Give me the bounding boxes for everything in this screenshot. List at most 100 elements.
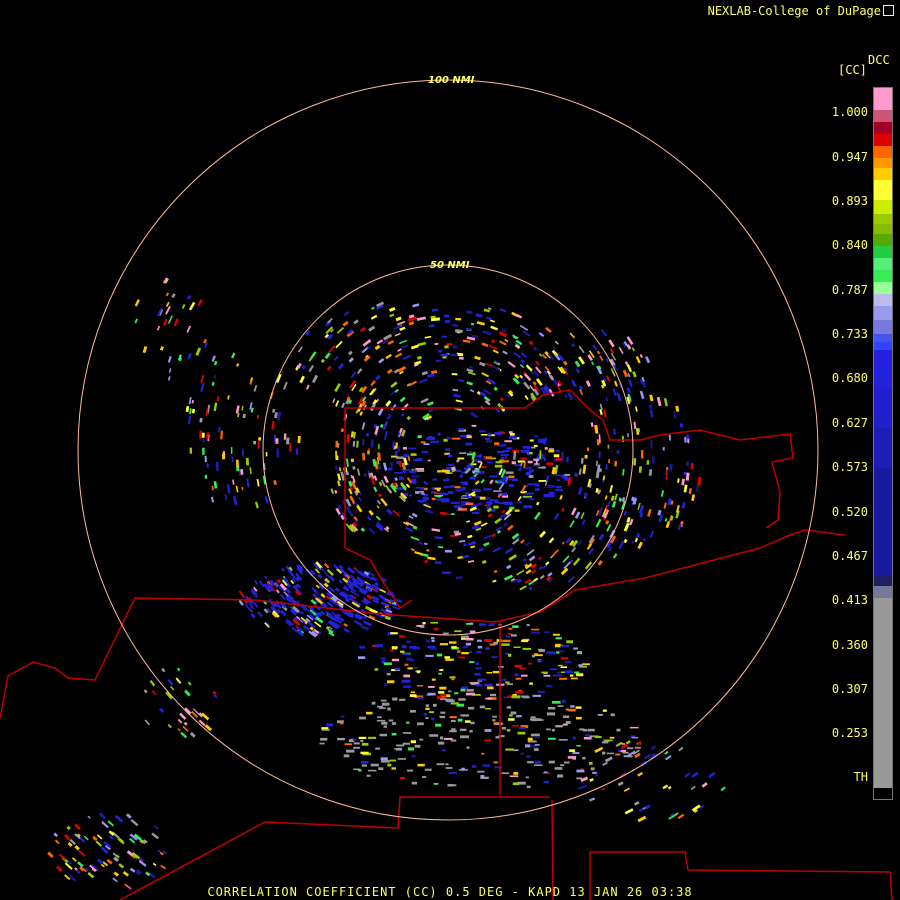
echo-pixel xyxy=(417,500,427,502)
echo-pixel xyxy=(426,437,435,440)
echo-pixel xyxy=(410,691,415,693)
echo-pixel xyxy=(608,459,611,464)
echo-pixel xyxy=(566,640,574,644)
echo-pixel xyxy=(258,437,262,441)
echo-pixel xyxy=(501,727,506,730)
colorbar-segment xyxy=(874,258,892,270)
echo-pixel xyxy=(662,447,665,451)
echo-pixel xyxy=(497,444,505,447)
echo-pixel xyxy=(235,459,239,467)
echo-pixel xyxy=(394,667,400,671)
echo-pixel xyxy=(426,639,431,643)
echo-pixel xyxy=(479,705,486,709)
echo-pixel xyxy=(557,705,564,707)
echo-pixel xyxy=(484,639,493,642)
echo-pixel xyxy=(455,469,462,472)
echo-pixel xyxy=(230,447,233,454)
echo-pixel xyxy=(614,460,618,467)
echo-pixel xyxy=(425,717,429,719)
echo-pixel xyxy=(523,505,532,508)
echo-pixel xyxy=(534,748,539,751)
echo-pixel xyxy=(443,632,449,635)
echo-pixel xyxy=(589,762,593,765)
echo-pixel xyxy=(353,746,360,749)
echo-pixel xyxy=(462,496,469,499)
echo-pixel xyxy=(425,704,429,707)
echo-pixel xyxy=(440,736,444,740)
echo-pixel xyxy=(399,476,403,479)
echo-pixel xyxy=(452,345,458,349)
echo-pixel xyxy=(377,705,383,708)
echo-pixel xyxy=(500,454,509,457)
echo-pixel xyxy=(510,634,517,637)
echo-pixel xyxy=(360,739,364,743)
echo-pixel xyxy=(509,436,518,439)
echo-pixel xyxy=(501,643,510,646)
echo-pixel xyxy=(520,752,524,755)
echo-pixel xyxy=(439,691,444,694)
echo-pixel xyxy=(502,639,511,642)
echo-pixel xyxy=(396,744,405,747)
colorbar-segment xyxy=(874,110,892,122)
echo-pixel xyxy=(576,744,581,747)
range-ring-label-100: 100 NMI xyxy=(428,75,475,86)
echo-pixel xyxy=(424,487,428,491)
echo-pixel xyxy=(598,451,601,459)
echo-pixel xyxy=(406,640,411,644)
echo-pixel xyxy=(559,677,568,680)
echo-pixel xyxy=(367,450,370,455)
echo-pixel xyxy=(448,353,458,357)
echo-pixel xyxy=(358,736,367,739)
echo-pixel xyxy=(525,744,531,748)
echo-pixel xyxy=(372,645,377,648)
echo-pixel xyxy=(383,682,388,686)
echo-pixel xyxy=(494,464,503,468)
echo-pixel xyxy=(646,460,650,465)
echo-pixel xyxy=(590,767,595,771)
echo-pixel xyxy=(428,435,433,438)
echo-pixel xyxy=(460,481,469,484)
echo-pixel xyxy=(368,736,377,739)
echo-pixel xyxy=(480,775,485,778)
echo-pixel xyxy=(401,679,411,683)
echo-pixel xyxy=(418,696,423,699)
echo-pixel xyxy=(475,667,482,670)
echo-pixel xyxy=(529,439,534,442)
echo-pixel xyxy=(530,716,536,719)
echo-pixel xyxy=(583,737,592,740)
echo-pixel xyxy=(466,623,472,625)
echo-pixel xyxy=(442,356,447,359)
echo-pixel xyxy=(483,488,492,491)
echo-pixel xyxy=(441,335,447,338)
colorbar-segment xyxy=(874,224,892,234)
echo-pixel xyxy=(486,506,492,509)
echo-pixel xyxy=(436,763,445,766)
echo-pixel xyxy=(552,701,561,704)
echo-pixel xyxy=(556,671,560,674)
echo-pixel xyxy=(478,678,486,681)
echo-pixel xyxy=(391,658,400,662)
echo-pixel xyxy=(446,343,453,346)
echo-pixel xyxy=(417,763,425,767)
echo-pixel xyxy=(555,637,562,640)
echo-pixel xyxy=(366,711,373,715)
echo-pixel xyxy=(618,749,622,752)
echo-pixel xyxy=(548,760,555,764)
echo-pixel xyxy=(431,678,436,681)
echo-pixel xyxy=(376,719,386,722)
echo-pixel xyxy=(543,771,548,773)
echo-pixel xyxy=(466,746,470,749)
echo-pixel xyxy=(534,760,541,764)
colorbar-segment xyxy=(874,214,892,224)
echo-pixel xyxy=(445,467,452,470)
echo-pixel xyxy=(562,715,570,718)
echo-pixel xyxy=(383,662,392,665)
echo-pixel xyxy=(531,628,540,631)
echo-pixel xyxy=(466,692,475,696)
echo-pixel xyxy=(441,513,450,515)
echo-pixel xyxy=(411,781,417,785)
echo-pixel xyxy=(508,627,513,630)
echo-pixel xyxy=(423,443,430,445)
echo-pixel xyxy=(493,761,498,764)
echo-pixel xyxy=(422,776,427,778)
